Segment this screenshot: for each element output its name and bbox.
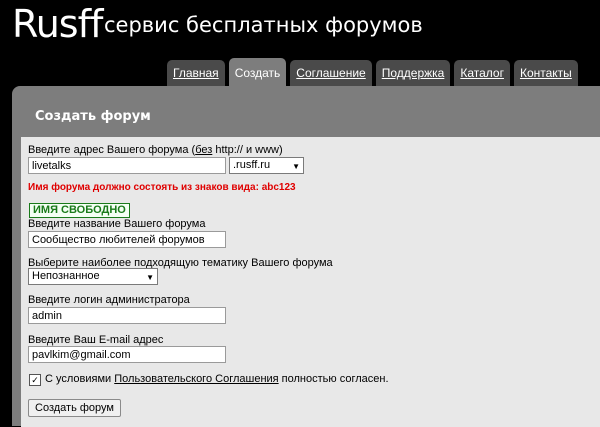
- tab-create[interactable]: Создать: [228, 58, 287, 88]
- user-agreement-link[interactable]: Пользовательского Соглашения: [114, 373, 278, 385]
- tab-contacts[interactable]: Контакты: [513, 60, 578, 86]
- site-tagline: сервис бесплатных форумов: [104, 13, 423, 37]
- checkmark-icon: ✓: [31, 375, 39, 385]
- tab-support[interactable]: Поддержка: [375, 60, 451, 86]
- chevron-down-icon: ▼: [292, 162, 300, 171]
- address-error: Имя форума должно состоять из знаков вид…: [28, 182, 296, 193]
- address-input[interactable]: livetalks: [28, 157, 226, 174]
- tab-home[interactable]: Главная: [167, 60, 225, 86]
- admin-login-label: Введите логин администратора: [28, 294, 190, 306]
- domain-select[interactable]: .rusff.ru ▼: [229, 157, 304, 174]
- site-logo[interactable]: Rusff: [12, 2, 103, 46]
- create-forum-button[interactable]: Создать форум: [28, 399, 121, 417]
- admin-login-input[interactable]: admin: [28, 307, 226, 324]
- agree-label: С условиями Пользовательского Соглашения…: [45, 373, 389, 385]
- address-label-link[interactable]: без: [195, 144, 212, 156]
- tab-catalog[interactable]: Каталог: [454, 60, 510, 86]
- availability-badge: ИМЯ СВОБОДНО: [29, 203, 130, 218]
- main-nav: Главная Создать Соглашение Поддержка Кат…: [167, 58, 578, 88]
- forum-name-label: Введите название Вашего форума: [28, 218, 206, 230]
- tab-agreement[interactable]: Соглашение: [290, 60, 372, 86]
- address-label: Введите адрес Вашего форума (без http://…: [28, 144, 283, 156]
- form-heading: Создать форум: [35, 109, 151, 124]
- email-input[interactable]: pavlkim@gmail.com: [28, 346, 226, 363]
- forum-name-input[interactable]: Сообщество любителей форумов: [28, 231, 226, 248]
- email-label: Введите Ваш E-mail адрес: [28, 334, 164, 346]
- chevron-down-icon: ▼: [146, 273, 154, 282]
- agree-checkbox[interactable]: ✓: [29, 374, 41, 386]
- topic-select[interactable]: Непознанное ▼: [28, 268, 158, 285]
